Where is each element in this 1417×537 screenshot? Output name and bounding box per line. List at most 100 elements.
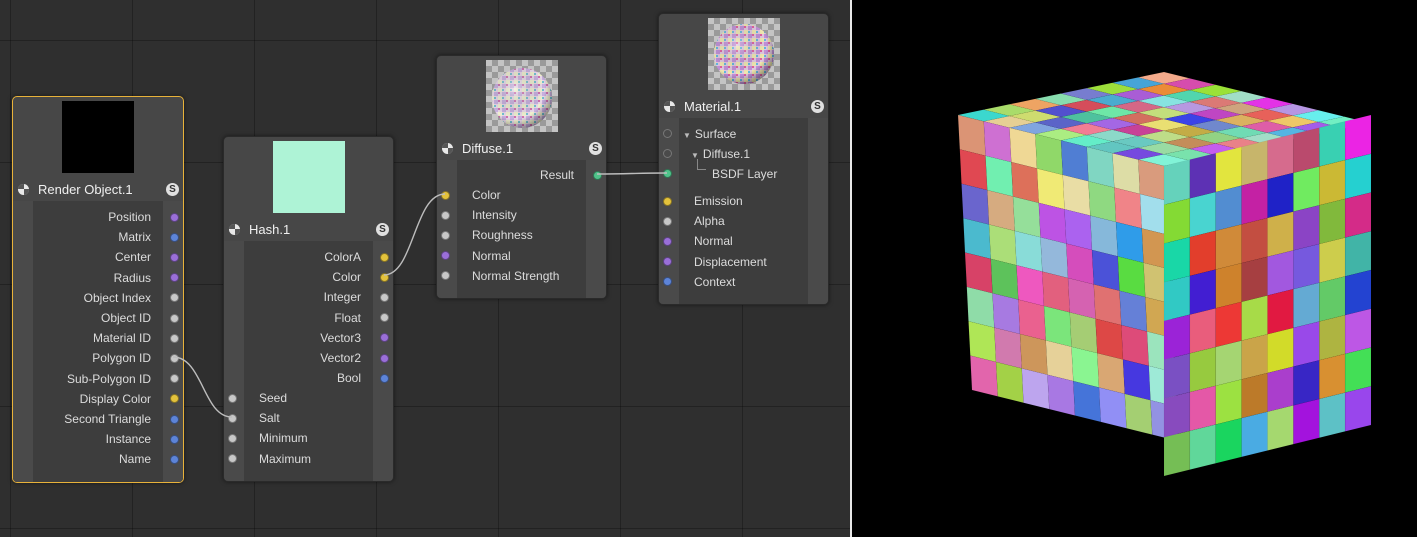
node-type-icon: [229, 223, 240, 235]
output-integer-port[interactable]: [380, 292, 389, 302]
input-normal-strength-label: Normal Strength: [472, 268, 560, 283]
hash-node[interactable]: Hash.1 S ColorA Color Integer Float Vector3 V…: [223, 136, 394, 482]
output-second-triangle-port[interactable]: [170, 414, 179, 424]
material-node[interactable]: Material.1 S ▼ Surface ▼ Diffuse.1 BSDF La…: [658, 13, 829, 305]
output-object-index-label: Object Index: [83, 290, 151, 305]
output-name-port[interactable]: [170, 454, 179, 464]
diffuse-node[interactable]: Diffuse.1 S Result Color Intensity Roughnes…: [436, 55, 607, 299]
input-normal-label: Normal: [694, 234, 733, 249]
output-result-port[interactable]: [593, 170, 602, 180]
input-roughness-label: Roughness: [472, 228, 533, 243]
node-type-icon: [18, 183, 29, 195]
node-type-icon: [442, 142, 453, 154]
output-display-color-label: Display Color: [79, 391, 151, 406]
material-header[interactable]: Material.1 S: [659, 96, 828, 116]
output-instance-label: Instance: [105, 432, 151, 447]
input-alpha-port[interactable]: [663, 216, 672, 226]
input-displacement-label: Displacement: [694, 254, 767, 269]
checker-sphere-preview: [707, 18, 780, 90]
output-material-id-port[interactable]: [170, 333, 179, 343]
output-float-label: Float: [334, 310, 361, 325]
output-name-label: Name: [118, 452, 151, 467]
output-bool-label: Bool: [336, 371, 361, 386]
hash-preview: [272, 141, 345, 213]
output-bool-port[interactable]: [380, 373, 389, 383]
output-position-label: Position: [108, 210, 151, 224]
output-sub-polygon-id-label: Sub-Polygon ID: [66, 371, 151, 386]
triangle-down-icon[interactable]: ▼: [683, 131, 691, 140]
surface-label: Surface: [694, 127, 737, 141]
output-result-label: Result: [539, 168, 574, 182]
output-polygon-id-label: Polygon ID: [92, 351, 151, 366]
cube-left-face: [957, 114, 1179, 442]
output-position-port[interactable]: [170, 212, 179, 222]
surface-group[interactable]: ▼ Surface: [683, 124, 736, 144]
output-radius-label: Radius: [113, 270, 151, 285]
output-polygon-id-port[interactable]: [170, 353, 179, 363]
diffuse-child-label: Diffuse.1: [702, 147, 751, 161]
node-type-icon: [664, 100, 675, 112]
output-color-port[interactable]: [380, 272, 389, 282]
render-object-preview: [62, 101, 134, 173]
output-vector3-label: Vector3: [320, 330, 361, 345]
solo-badge-icon[interactable]: S: [166, 182, 179, 196]
output-center-label: Center: [114, 250, 151, 265]
input-seed-port[interactable]: [228, 393, 237, 403]
material-preview: [707, 18, 780, 90]
input-context-label: Context: [694, 274, 736, 289]
input-color-port[interactable]: [441, 190, 450, 200]
input-normal-port[interactable]: [663, 236, 672, 246]
output-colora-port[interactable]: [380, 252, 389, 262]
output-matrix-label: Matrix: [118, 230, 151, 245]
input-maximum-label: Maximum: [259, 451, 312, 466]
render-object-header[interactable]: Render Object.1 S: [13, 179, 183, 199]
input-emission-label: Emission: [694, 194, 743, 208]
material-title: Material.1: [684, 98, 742, 114]
input-roughness-port[interactable]: [441, 230, 450, 240]
render-object-node[interactable]: Render Object.1 S Position Matrix Center Ra…: [12, 96, 184, 483]
tree-connector: [697, 159, 706, 170]
input-minimum-label: Minimum: [259, 431, 308, 446]
output-center-port[interactable]: [170, 252, 179, 262]
output-colora-label: ColorA: [324, 250, 361, 264]
output-integer-label: Integer: [323, 290, 361, 305]
solo-badge-icon[interactable]: S: [589, 141, 602, 155]
bsdf-layer-label: BSDF Layer: [712, 167, 778, 181]
wire-result-to-bsdf-layer: [596, 172, 668, 175]
input-salt-label: Salt: [259, 411, 280, 426]
random-color-cube: [957, 71, 1372, 477]
output-material-id-label: Material ID: [92, 331, 151, 346]
output-second-triangle-label: Second Triangle: [64, 412, 151, 426]
solo-badge-icon[interactable]: S: [811, 99, 824, 113]
hash-header[interactable]: Hash.1 S: [224, 219, 393, 239]
diffuse-layer-port[interactable]: [663, 149, 672, 158]
input-emission-port[interactable]: [663, 196, 672, 206]
surface-port[interactable]: [663, 129, 672, 138]
input-minimum-port[interactable]: [228, 433, 237, 443]
input-intensity-port[interactable]: [441, 210, 450, 220]
diffuse-header[interactable]: Diffuse.1 S: [437, 138, 606, 158]
input-alpha-label: Alpha: [694, 214, 725, 229]
render-viewport[interactable]: [852, 0, 1417, 537]
checker-sphere-preview: [485, 60, 558, 132]
output-object-id-label: Object ID: [100, 311, 151, 325]
solo-badge-icon[interactable]: S: [376, 222, 389, 236]
input-seed-label: Seed: [259, 391, 288, 405]
node-editor[interactable]: Render Object.1 S Position Matrix Center Ra…: [0, 0, 850, 537]
cube-right-face: [1163, 114, 1372, 477]
render-object-title: Render Object.1: [38, 181, 133, 197]
bsdf-layer-port[interactable]: [663, 169, 672, 178]
output-vector2-label: Vector2: [320, 351, 361, 365]
input-normal-label: Normal: [472, 248, 511, 263]
hash-title: Hash.1: [249, 221, 291, 237]
diffuse-title: Diffuse.1: [462, 140, 514, 156]
output-matrix-port[interactable]: [170, 232, 179, 242]
output-instance-port[interactable]: [170, 434, 179, 444]
input-intensity-label: Intensity: [472, 208, 517, 223]
diffuse-preview: [485, 60, 558, 132]
output-object-id-port[interactable]: [170, 313, 179, 323]
output-vector2-port[interactable]: [380, 353, 389, 363]
input-color-label: Color: [472, 188, 501, 202]
output-color-label: Color: [332, 270, 361, 285]
input-salt-port[interactable]: [228, 413, 237, 423]
